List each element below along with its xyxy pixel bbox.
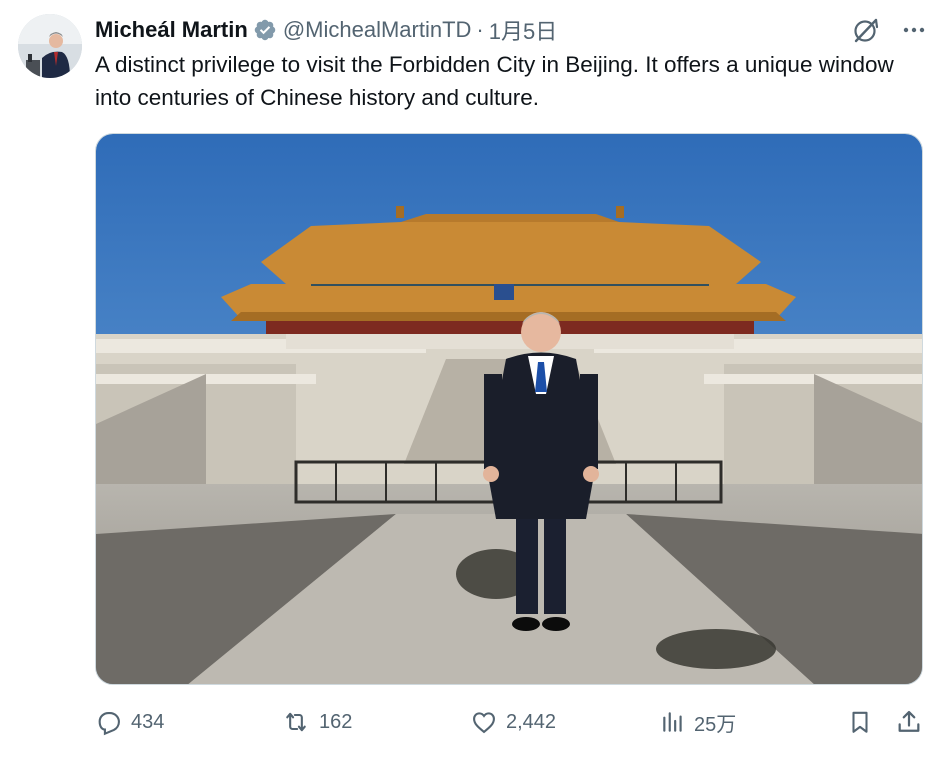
tweet-text: A distinct privilege to visit the Forbid… [95, 52, 894, 110]
reply-button[interactable]: 434 [95, 700, 164, 744]
share-button[interactable] [895, 700, 923, 744]
repost-count: 162 [319, 710, 353, 733]
author-handle[interactable]: @MichealMartinTD [283, 17, 472, 43]
avatar-image [18, 14, 82, 78]
views-button[interactable]: 25万 [660, 700, 736, 744]
repost-icon [286, 712, 306, 732]
separator-dot: · [476, 17, 484, 42]
like-count: 2,442 [506, 710, 557, 733]
like-icon [473, 712, 495, 734]
forbidden-city-photo [96, 134, 922, 684]
tweet-header: Micheál Martin @MichealMartinTD · 1月5日 [95, 15, 557, 45]
view-count: 25万 [694, 713, 737, 736]
grok-icon[interactable] [852, 16, 880, 44]
bookmark-icon [852, 711, 868, 733]
tweet-photo[interactable] [95, 133, 923, 685]
share-icon [898, 710, 920, 732]
bookmark-button[interactable] [847, 700, 873, 744]
repost-button[interactable]: 162 [281, 700, 352, 744]
tweet-actions: 434 162 2,442 25万 [95, 700, 925, 744]
author-name[interactable]: Micheál Martin [95, 17, 248, 43]
like-button[interactable]: 2,442 [470, 700, 556, 744]
reply-icon [98, 711, 120, 736]
views-icon [663, 712, 682, 732]
tweet-date[interactable]: 1月5日 [489, 14, 557, 46]
verified-badge-icon [254, 19, 276, 41]
top-actions [852, 16, 926, 44]
more-icon[interactable] [902, 18, 926, 42]
avatar[interactable] [18, 14, 82, 78]
reply-count: 434 [131, 710, 165, 733]
